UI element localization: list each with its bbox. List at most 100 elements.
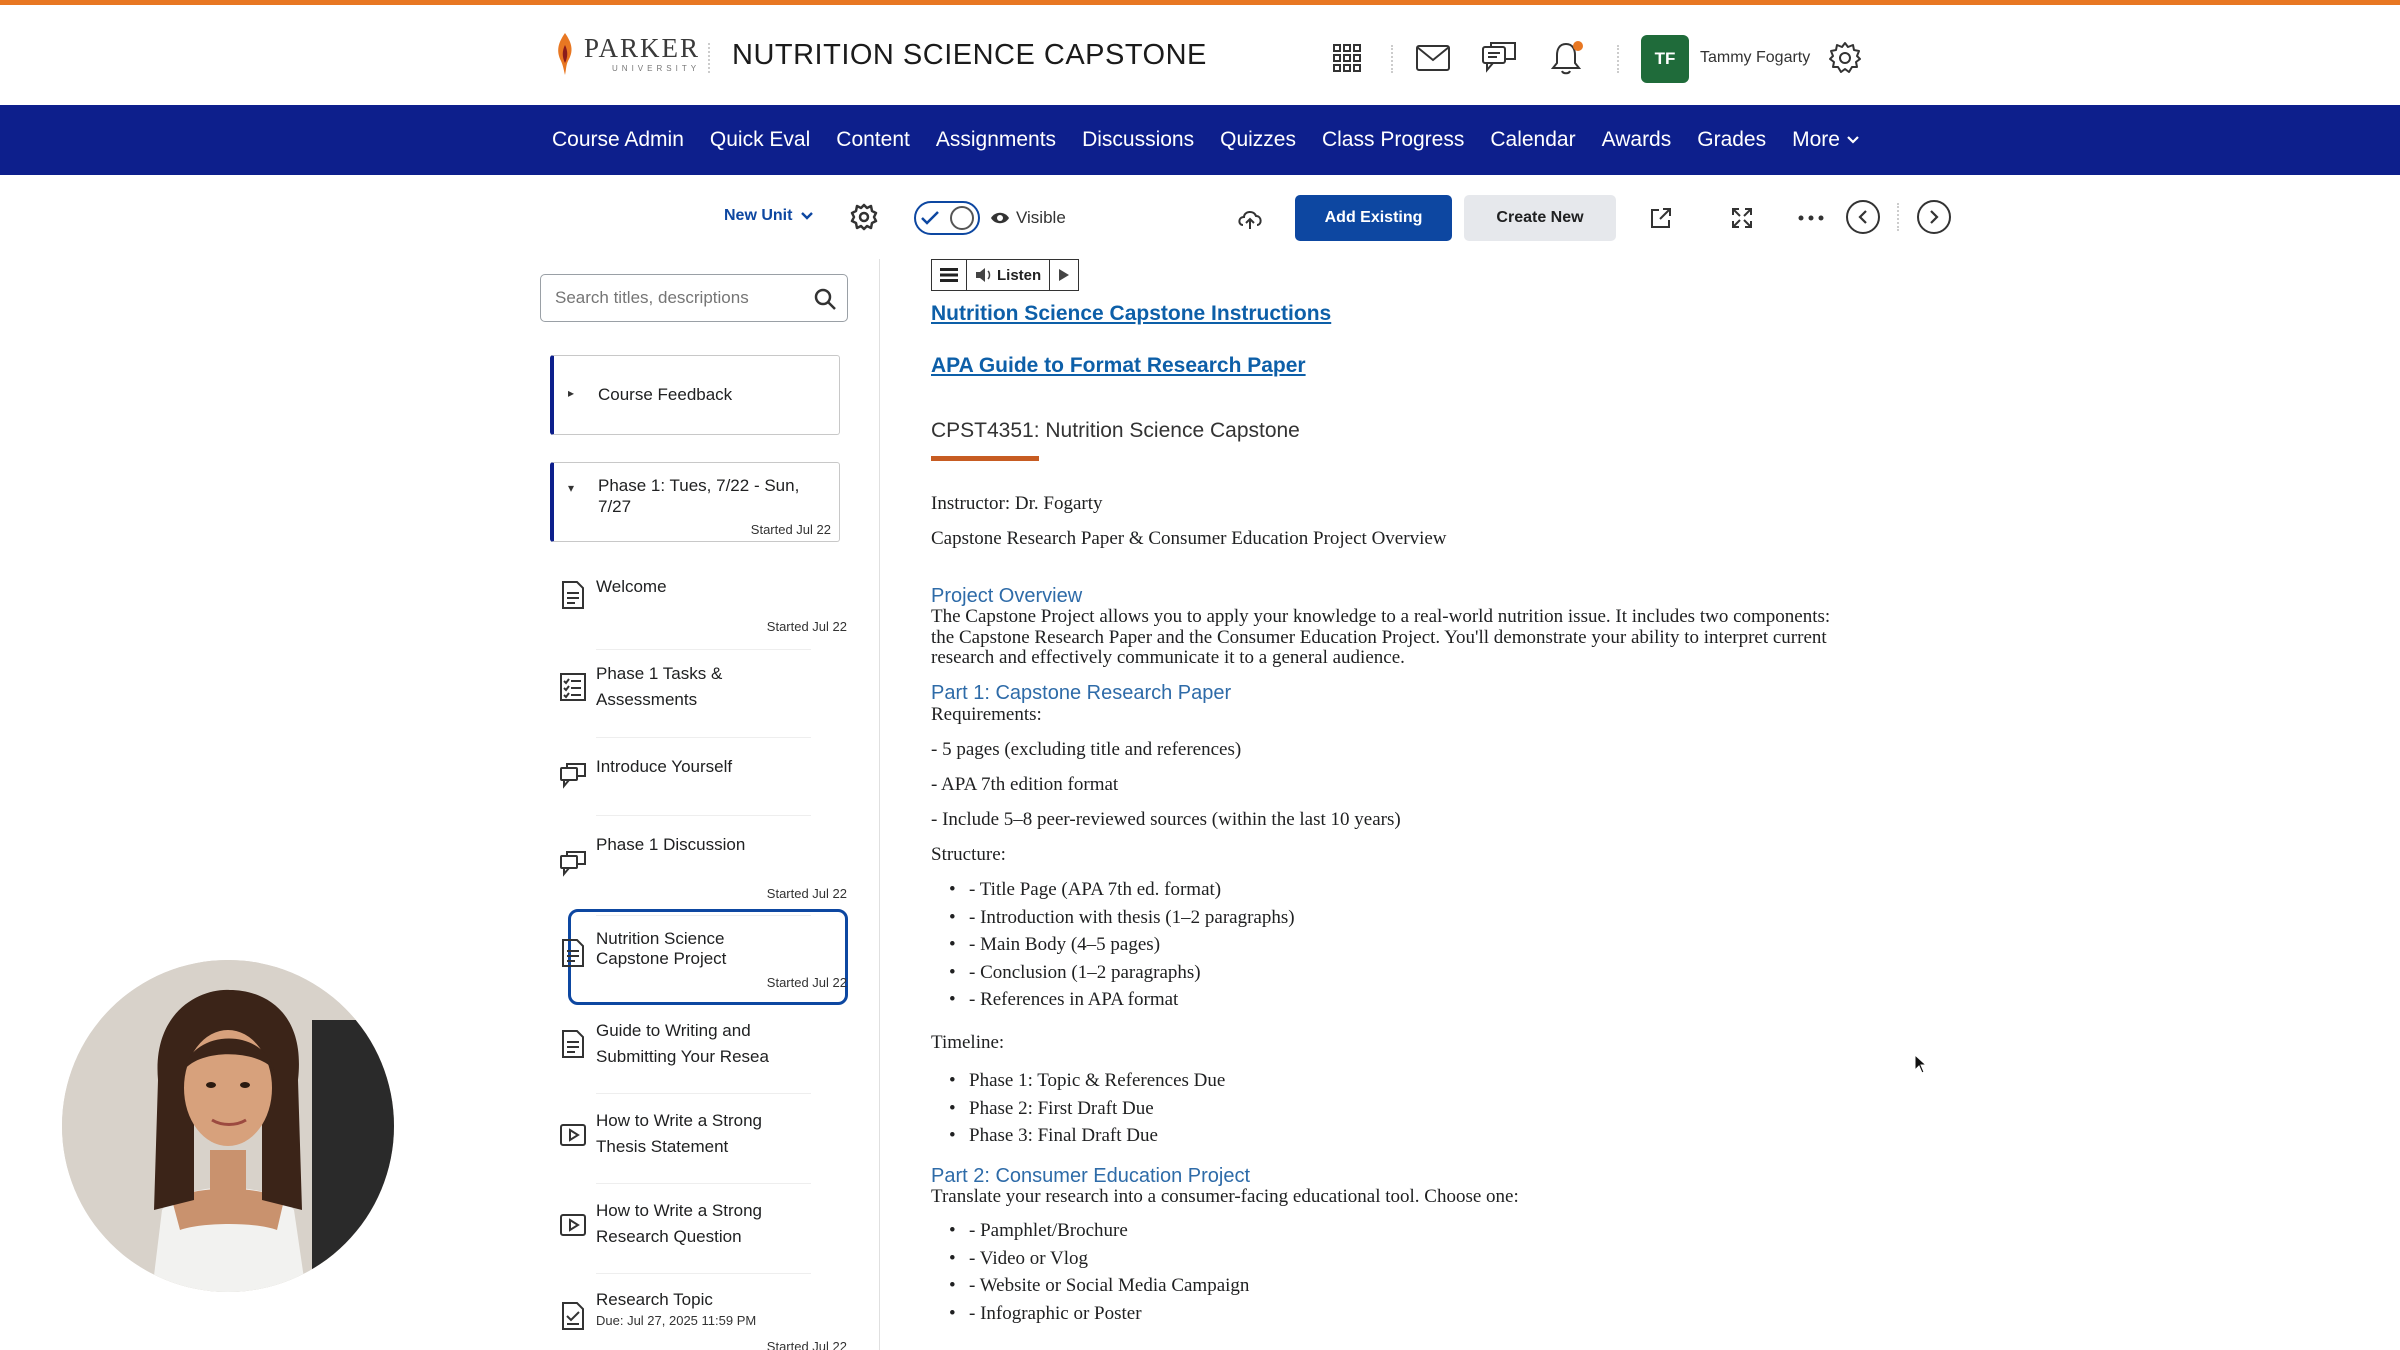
content-viewer: Listen Nutrition Science Capstone Instru… bbox=[893, 259, 1865, 1350]
topic-title-guide-to-writing[interactable]: Guide to Writing and Submitting Your Res… bbox=[596, 1018, 786, 1070]
nav-awards[interactable]: Awards bbox=[1602, 128, 1672, 152]
topic-title-welcome[interactable]: Welcome bbox=[596, 574, 796, 600]
topic-title-capstone-project[interactable]: Nutrition Science Capstone Project bbox=[596, 929, 776, 969]
list-item: - Introduction with thesis (1–2 paragrap… bbox=[931, 904, 1295, 932]
module-phase-1[interactable]: ▾ Phase 1: Tues, 7/22 - Sun, 7/27 Starte… bbox=[550, 462, 840, 542]
list-item: - Pamphlet/Brochure bbox=[931, 1217, 1249, 1245]
cloud-upload-icon[interactable] bbox=[1236, 205, 1264, 233]
new-unit-dropdown[interactable]: New Unit bbox=[724, 207, 814, 225]
header: PARKER UNIVERSITY NUTRITION SCIENCE CAPS… bbox=[0, 5, 2400, 105]
notification-dot bbox=[1573, 41, 1583, 51]
visibility-toggle[interactable] bbox=[914, 201, 980, 235]
list-item: - References in APA format bbox=[931, 986, 1295, 1014]
nav-calendar[interactable]: Calendar bbox=[1490, 128, 1575, 152]
grid-icon[interactable] bbox=[1328, 39, 1366, 77]
topic-separator bbox=[596, 737, 811, 738]
settings-gear-icon[interactable] bbox=[850, 203, 878, 231]
play-icon bbox=[1059, 269, 1070, 281]
more-options-icon[interactable] bbox=[1796, 203, 1826, 233]
parker-logo[interactable]: PARKER UNIVERSITY bbox=[552, 31, 700, 77]
topic-due-date: Due: Jul 27, 2025 11:59 PM bbox=[596, 1313, 757, 1328]
requirements-label: Requirements: bbox=[931, 704, 1042, 725]
module-title: Course Feedback bbox=[598, 385, 733, 404]
next-topic-button[interactable] bbox=[1917, 200, 1951, 234]
course-code-heading: CPST4351: Nutrition Science Capstone bbox=[931, 419, 1300, 442]
nav-quick-eval[interactable]: Quick Eval bbox=[710, 128, 810, 152]
topic-title-phase-1-tasks[interactable]: Phase 1 Tasks & Assessments bbox=[596, 661, 796, 713]
heading-underline bbox=[931, 456, 1039, 461]
document-icon bbox=[562, 1030, 584, 1058]
listen-label: Listen bbox=[997, 266, 1042, 284]
toolbar-separator bbox=[1897, 203, 1899, 231]
part-2-title: Part 2: Consumer Education Project bbox=[931, 1165, 1251, 1187]
document-icon bbox=[562, 939, 584, 967]
caret-right-icon: ▸ bbox=[568, 386, 575, 400]
search-icon[interactable] bbox=[813, 287, 837, 311]
topic-title-introduce-yourself[interactable]: Introduce Yourself bbox=[596, 754, 796, 780]
header-separator bbox=[1617, 45, 1619, 73]
nav-discussions[interactable]: Discussions bbox=[1082, 128, 1194, 152]
menu-icon bbox=[940, 268, 958, 282]
topic-separator bbox=[596, 1093, 811, 1094]
eye-icon bbox=[991, 212, 1009, 224]
nav-class-progress[interactable]: Class Progress bbox=[1322, 128, 1464, 152]
open-new-window-icon[interactable] bbox=[1646, 203, 1676, 233]
link-apa-guide[interactable]: APA Guide to Format Research Paper bbox=[931, 354, 1306, 378]
avatar[interactable]: TF bbox=[1641, 35, 1689, 83]
nav-more[interactable]: More bbox=[1792, 128, 1860, 152]
list-item: - Conclusion (1–2 paragraphs) bbox=[931, 959, 1295, 987]
nav-content[interactable]: Content bbox=[836, 128, 910, 152]
create-new-button[interactable]: Create New bbox=[1464, 195, 1616, 241]
topic-title-text: Guide to Writing and Submitting Your Res… bbox=[596, 1021, 769, 1066]
list-item: Phase 1: Topic & References Due bbox=[931, 1067, 1225, 1095]
assignment-icon bbox=[562, 1302, 584, 1330]
link-capstone-instructions[interactable]: Nutrition Science Capstone Instructions bbox=[931, 302, 1331, 326]
nav-course-admin[interactable]: Course Admin bbox=[552, 128, 684, 152]
gear-icon[interactable] bbox=[1826, 39, 1864, 77]
project-overview-title: Project Overview bbox=[931, 585, 1083, 607]
nav-quizzes[interactable]: Quizzes bbox=[1220, 128, 1296, 152]
list-item: - Video or Vlog bbox=[931, 1245, 1249, 1273]
nav-assignments[interactable]: Assignments bbox=[936, 128, 1056, 152]
timeline-label: Timeline: bbox=[931, 1032, 1005, 1053]
search-input[interactable] bbox=[555, 288, 805, 308]
mouse-cursor-icon bbox=[1914, 1054, 1928, 1074]
flame-logo-icon bbox=[558, 33, 572, 75]
topic-status: Started Jul 22 bbox=[766, 975, 847, 990]
list-item: Phase 3: Final Draft Due bbox=[931, 1122, 1225, 1150]
listen-toolbar: Listen bbox=[931, 259, 1080, 291]
mail-icon[interactable] bbox=[1414, 39, 1452, 77]
visible-status: Visible bbox=[990, 208, 1066, 228]
header-divider bbox=[708, 43, 710, 73]
bell-icon[interactable] bbox=[1547, 39, 1585, 77]
listen-button[interactable]: Listen bbox=[967, 260, 1051, 290]
requirement-item: - Include 5–8 peer-reviewed sources (wit… bbox=[931, 809, 1401, 830]
checklist-icon bbox=[560, 673, 586, 701]
topic-separator bbox=[596, 1183, 811, 1184]
chat-icon[interactable] bbox=[1480, 39, 1518, 77]
nav-grades[interactable]: Grades bbox=[1697, 128, 1766, 152]
video-icon bbox=[560, 1124, 586, 1146]
topic-title-thesis-statement[interactable]: How to Write a Strong Thesis Statement bbox=[596, 1108, 796, 1160]
topic-title-phase-1-discussion[interactable]: Phase 1 Discussion bbox=[596, 832, 796, 858]
topic-separator bbox=[596, 1273, 811, 1274]
list-item: - Main Body (4–5 pages) bbox=[931, 931, 1295, 959]
webcam-overlay bbox=[62, 960, 394, 1292]
topic-title-research-topic[interactable]: Research Topic bbox=[596, 1289, 796, 1311]
overview-line: Capstone Research Paper & Consumer Educa… bbox=[931, 528, 1447, 549]
play-button[interactable] bbox=[1050, 260, 1078, 290]
previous-topic-button[interactable] bbox=[1846, 200, 1880, 234]
fullscreen-icon[interactable] bbox=[1727, 203, 1757, 233]
topic-status: Started Jul 22 bbox=[766, 1339, 847, 1350]
video-icon bbox=[560, 1214, 586, 1236]
module-course-feedback[interactable]: ▸ Course Feedback bbox=[550, 355, 840, 435]
course-title[interactable]: NUTRITION SCIENCE CAPSTONE bbox=[732, 39, 1207, 72]
add-existing-button[interactable]: Add Existing bbox=[1295, 195, 1452, 241]
list-item: - Website or Social Media Campaign bbox=[931, 1272, 1249, 1300]
part-2-options-list: - Pamphlet/Brochure - Video or Vlog - We… bbox=[931, 1217, 1249, 1327]
discussion-icon bbox=[560, 763, 586, 789]
topic-status: Started Jul 22 bbox=[766, 886, 847, 901]
topic-title-research-question[interactable]: How to Write a Strong Research Question bbox=[596, 1198, 796, 1250]
menu-button[interactable] bbox=[932, 260, 967, 290]
user-name[interactable]: Tammy Fogarty bbox=[1700, 49, 1810, 67]
